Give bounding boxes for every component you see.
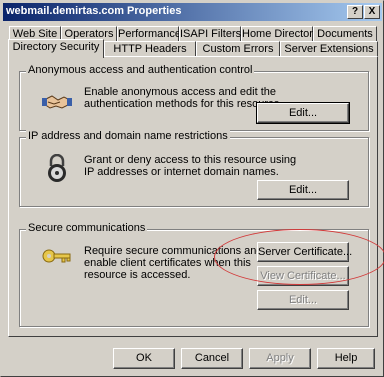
ip-desc-line2: IP addresses or internet domain names. — [84, 166, 279, 178]
group-legend: Secure communications — [26, 222, 148, 234]
secure-communications-group: Secure communications Require secure com… — [19, 222, 369, 327]
handshake-icon — [42, 95, 72, 109]
tab-server-extensions[interactable]: Server Extensions — [280, 41, 378, 57]
secure-edit-button[interactable]: Edit... — [257, 290, 349, 310]
ip-edit-button[interactable]: Edit... — [257, 180, 349, 200]
ip-desc-line1: Grant or deny access to this resource us… — [84, 154, 297, 166]
padlock-icon — [48, 154, 66, 182]
tab-documents[interactable]: Documents — [313, 26, 377, 42]
tab-http-headers[interactable]: HTTP Headers — [104, 41, 196, 57]
anonymous-access-group: Anonymous access and authentication cont… — [19, 64, 369, 131]
group-legend: IP address and domain name restrictions — [26, 130, 230, 142]
help-footer-button[interactable]: Help — [317, 348, 375, 369]
group-legend: Anonymous access and authentication cont… — [26, 64, 255, 76]
secure-desc-line1: Require secure communications and — [84, 245, 263, 257]
help-button[interactable]: ? — [347, 5, 363, 19]
anonymous-desc-line2: authentication methods for this resource… — [84, 98, 283, 110]
view-certificate-button[interactable]: View Certificate... — [257, 266, 349, 286]
cancel-button[interactable]: Cancel — [181, 348, 243, 369]
server-certificate-button[interactable]: Server Certificate... — [257, 242, 352, 262]
title-bar[interactable]: webmail.demirtas.com Properties ? X — [3, 3, 382, 21]
anonymous-edit-button[interactable]: Edit... — [256, 102, 350, 124]
ok-button[interactable]: OK — [113, 348, 175, 369]
tab-isapi-filters[interactable]: ISAPI Filters — [179, 26, 241, 42]
tab-panel: Anonymous access and authentication cont… — [8, 56, 378, 337]
key-icon — [42, 249, 71, 263]
properties-dialog: webmail.demirtas.com Properties ? X Web … — [0, 0, 384, 377]
apply-button[interactable]: Apply — [249, 348, 311, 369]
tab-directory-security[interactable]: Directory Security — [8, 39, 104, 58]
anonymous-desc-line1: Enable anonymous access and edit the — [84, 86, 277, 98]
tab-performance[interactable]: Performance — [117, 26, 181, 42]
ip-restrictions-group: IP address and domain name restrictions … — [19, 130, 369, 207]
secure-desc-line2: enable client certificates when this — [84, 257, 251, 269]
window-title: webmail.demirtas.com Properties — [6, 5, 182, 17]
tab-home-directory[interactable]: Home Directory — [241, 26, 318, 42]
close-button[interactable]: X — [364, 5, 380, 19]
tab-custom-errors[interactable]: Custom Errors — [196, 41, 280, 57]
secure-desc-line3: resource is accessed. — [84, 269, 191, 281]
